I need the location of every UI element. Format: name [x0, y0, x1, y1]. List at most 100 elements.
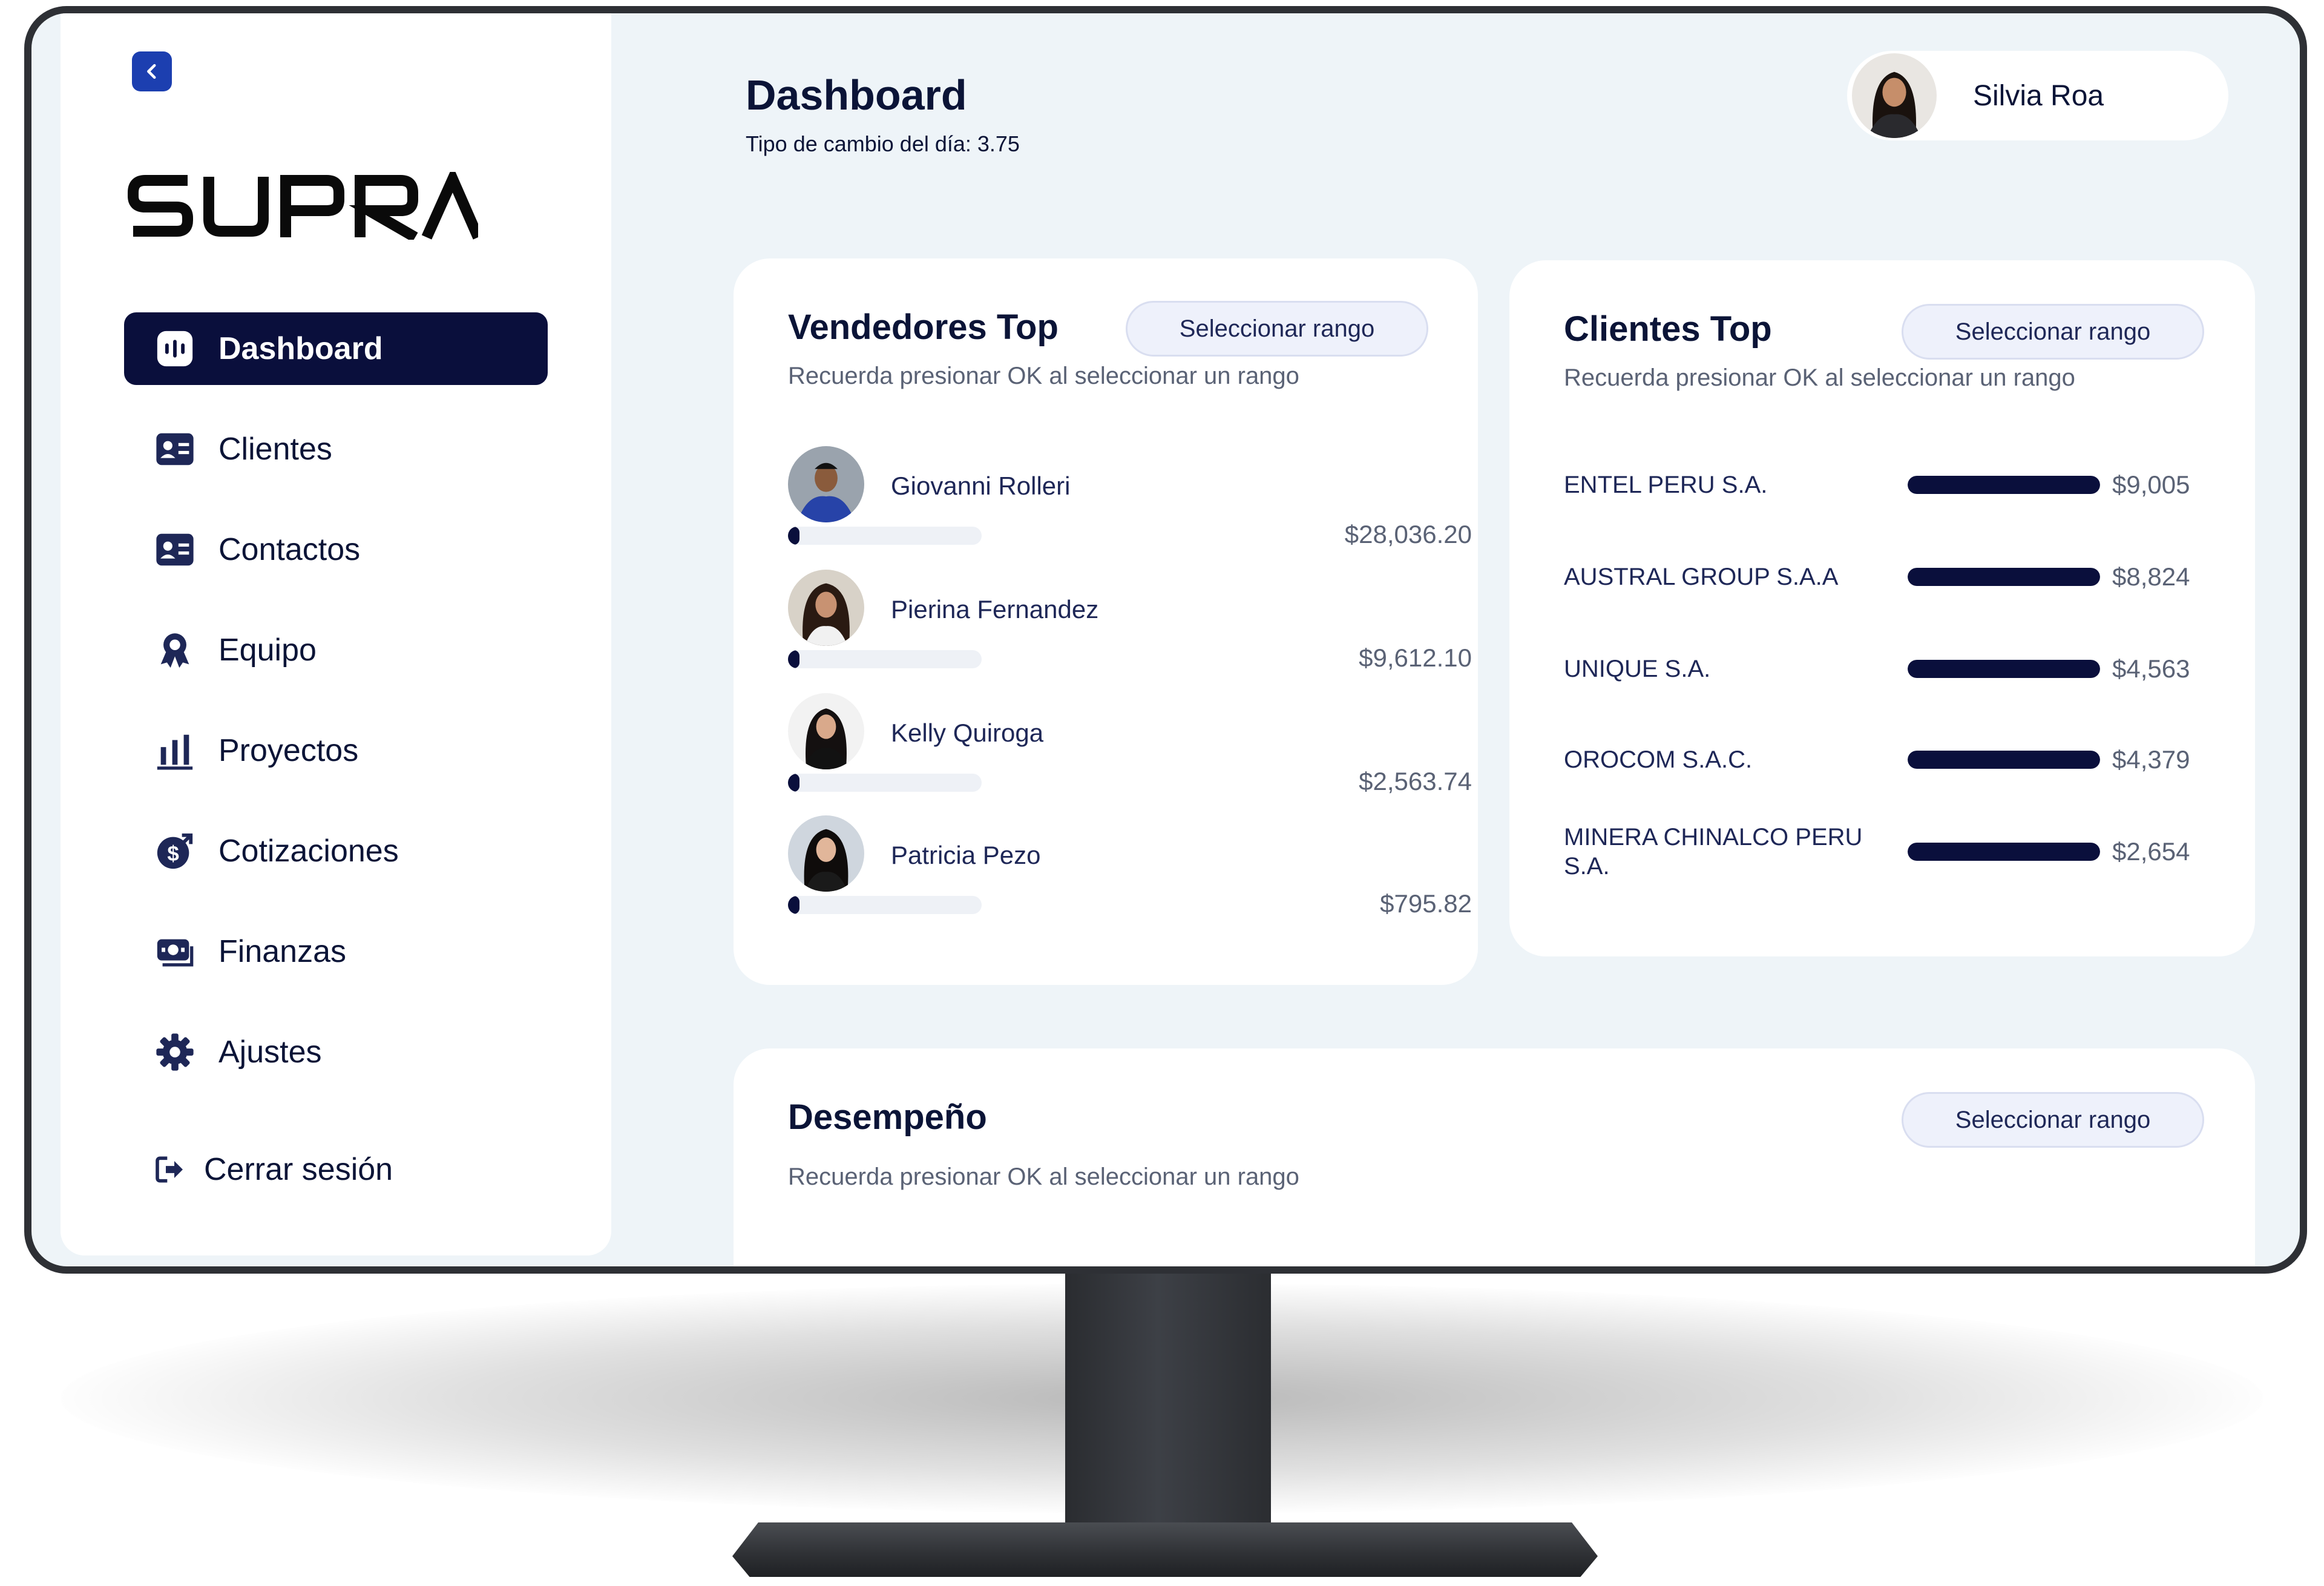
sidebar-item-proyectos[interactable]: Proyectos — [124, 714, 548, 787]
card-hint: Recuerda presionar OK al seleccionar un … — [788, 1163, 1299, 1190]
list-item: AUSTRAL GROUP S.A.A $8,824 — [1564, 544, 2199, 610]
progress-fill — [1908, 751, 2100, 769]
select-range-button[interactable]: Seleccionar rango — [1902, 1092, 2204, 1148]
user-profile[interactable]: Silvia Roa — [1847, 51, 2228, 140]
contact-card-icon — [153, 427, 197, 471]
seller-name: Patricia Pezo — [891, 841, 1041, 869]
list-item: UNIQUE S.A. $4,563 — [1564, 636, 2199, 702]
sidebar-item-clientes[interactable]: Clientes — [124, 413, 548, 485]
supra-logo — [128, 172, 478, 240]
progress-fill — [1908, 660, 2100, 678]
sidebar-item-label: Finanzas — [218, 934, 346, 969]
card-hint: Recuerda presionar OK al seleccionar un … — [1564, 364, 2075, 391]
client-name: MINERA CHINALCO PERU S.A. — [1564, 824, 1863, 880]
chevron-left-icon[interactable] — [132, 51, 172, 91]
progress-fill — [1908, 843, 2100, 861]
seller-amount: $795.82 — [1380, 889, 1472, 918]
progress-bar — [1908, 843, 2100, 861]
svg-text:$: $ — [167, 842, 179, 866]
sidebar-item-ajustes[interactable]: Ajustes — [124, 1016, 548, 1088]
select-range-button[interactable]: Seleccionar rango — [1902, 304, 2204, 360]
card-title: Clientes Top — [1564, 309, 1772, 349]
sidebar-item-label: Cotizaciones — [218, 834, 399, 869]
avatar — [788, 815, 864, 892]
progress-fill — [1908, 476, 2100, 494]
monitor-stand-base — [732, 1522, 1598, 1577]
client-amount: $9,005 — [2112, 470, 2190, 499]
dollar-coin-icon: $ — [153, 829, 197, 873]
exchange-rate: Tipo de cambio del día: 3.75 — [746, 131, 1020, 156]
client-name: AUSTRAL GROUP S.A.A — [1564, 564, 1839, 590]
progress-bar — [1908, 660, 2100, 678]
money-icon — [153, 930, 197, 973]
monitor-screen: Dashboard Clientes Contactos Equipo Proy — [24, 6, 2307, 1274]
select-range-button[interactable]: Seleccionar rango — [1126, 301, 1428, 357]
client-amount: $4,563 — [2112, 654, 2190, 683]
list-item: Patricia Pezo $795.82 — [788, 815, 1472, 936]
sidebar-item-equipo[interactable]: Equipo — [124, 614, 548, 686]
avatar — [1852, 53, 1937, 138]
top-sellers-card: Vendedores Top Seleccionar rango Recuerd… — [734, 258, 1478, 985]
seller-amount: $28,036.20 — [1344, 520, 1472, 548]
client-amount: $8,824 — [2112, 562, 2190, 591]
dashboard-icon — [153, 327, 197, 370]
progress-bar — [788, 650, 982, 668]
contact-card-icon — [153, 528, 197, 571]
logout-icon — [153, 1148, 187, 1191]
sidebar-item-cotizaciones[interactable]: $ Cotizaciones — [124, 815, 548, 887]
sidebar-item-label: Dashboard — [218, 331, 383, 366]
client-name: OROCOM S.A.C. — [1564, 746, 1753, 773]
client-amount: $4,379 — [2112, 745, 2190, 774]
logout-button[interactable]: Cerrar sesión — [124, 1133, 548, 1206]
progress-fill — [788, 527, 800, 545]
card-title: Vendedores Top — [788, 308, 1059, 347]
top-clients-card: Clientes Top Seleccionar rango Recuerda … — [1509, 260, 2255, 956]
list-item: ENTEL PERU S.A. $9,005 — [1564, 452, 2199, 518]
sidebar-item-label: Equipo — [218, 633, 317, 668]
sidebar-item-finanzas[interactable]: Finanzas — [124, 915, 548, 988]
sidebar: Dashboard Clientes Contactos Equipo Proy — [61, 13, 611, 1255]
progress-fill — [788, 650, 800, 668]
progress-bar — [788, 896, 982, 914]
progress-bar — [1908, 751, 2100, 769]
bar-chart-icon — [153, 729, 197, 772]
progress-bar — [788, 774, 982, 792]
avatar — [788, 570, 864, 646]
performance-card: Desempeño Seleccionar rango Recuerda pre… — [734, 1048, 2255, 1266]
sidebar-item-dashboard[interactable]: Dashboard — [124, 312, 548, 385]
avatar — [788, 446, 864, 522]
progress-fill — [788, 896, 800, 914]
logout-label: Cerrar sesión — [204, 1152, 393, 1187]
award-icon — [153, 628, 197, 672]
monitor-stand-neck — [1065, 1259, 1271, 1550]
list-item: Giovanni Rolleri $28,036.20 — [788, 446, 1472, 567]
seller-name: Pierina Fernandez — [891, 595, 1099, 624]
progress-bar — [1908, 568, 2100, 586]
card-hint: Recuerda presionar OK al seleccionar un … — [788, 363, 1299, 389]
seller-amount: $2,563.74 — [1359, 767, 1472, 795]
progress-fill — [1908, 568, 2100, 586]
list-item: Kelly Quiroga $2,563.74 — [788, 693, 1472, 814]
avatar — [788, 693, 864, 769]
sidebar-item-label: Ajustes — [218, 1035, 322, 1070]
client-name: UNIQUE S.A. — [1564, 656, 1711, 682]
list-item: MINERA CHINALCO PERU S.A. $2,654 — [1564, 818, 2199, 885]
seller-name: Giovanni Rolleri — [891, 472, 1071, 500]
progress-bar — [1908, 476, 2100, 494]
seller-name: Kelly Quiroga — [891, 719, 1044, 747]
page-title: Dashboard — [746, 71, 967, 119]
client-amount: $2,654 — [2112, 837, 2190, 866]
sidebar-item-label: Contactos — [218, 532, 361, 567]
user-name: Silvia Roa — [1973, 79, 2104, 112]
gear-icon — [153, 1030, 197, 1074]
progress-bar — [788, 527, 982, 545]
seller-amount: $9,612.10 — [1359, 643, 1472, 672]
sidebar-item-contactos[interactable]: Contactos — [124, 513, 548, 586]
sidebar-item-label: Clientes — [218, 432, 332, 467]
list-item: OROCOM S.A.C. $4,379 — [1564, 726, 2199, 793]
progress-fill — [788, 774, 800, 792]
sidebar-item-label: Proyectos — [218, 733, 359, 768]
list-item: Pierina Fernandez $9,612.10 — [788, 570, 1472, 691]
client-name: ENTEL PERU S.A. — [1564, 472, 1768, 498]
card-title: Desempeño — [788, 1097, 987, 1137]
